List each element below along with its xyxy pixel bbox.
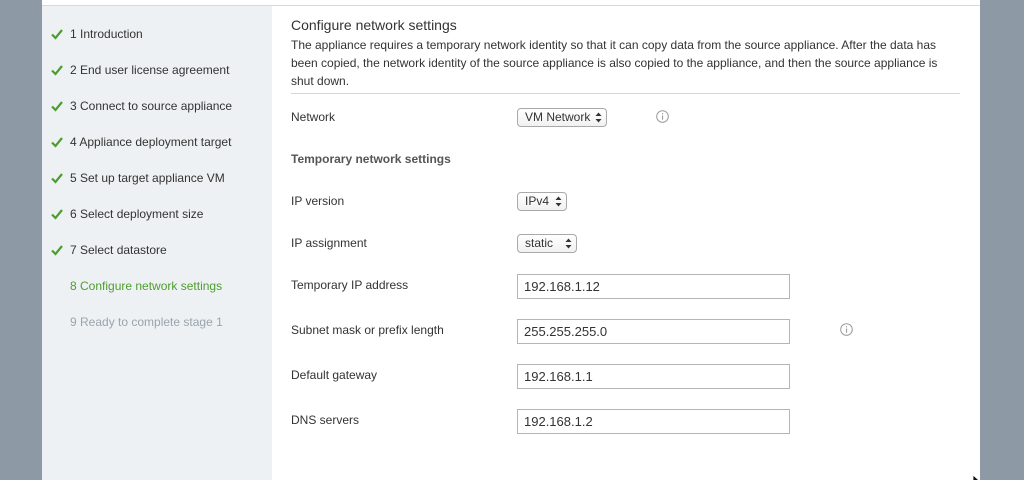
dns-label: DNS servers xyxy=(291,413,360,427)
step-label: 2 End user license agreement xyxy=(70,63,230,77)
step-label: 5 Set up target appliance VM xyxy=(70,171,225,185)
check-icon xyxy=(51,209,63,220)
wizard-dialog: 1 Introduction 2 End user license agreem… xyxy=(42,0,980,480)
ip-version-label: IP version xyxy=(291,194,345,208)
step-eula[interactable]: 2 End user license agreement xyxy=(42,60,272,80)
check-icon xyxy=(51,65,63,76)
wizard-steps-sidebar: 1 Introduction 2 End user license agreem… xyxy=(42,6,272,480)
step-label: 9 Ready to complete stage 1 xyxy=(70,315,223,329)
ip-assignment-select[interactable]: static xyxy=(517,234,577,253)
step-label: 7 Select datastore xyxy=(70,243,167,257)
step-content: Configure network settings The appliance… xyxy=(272,6,980,480)
network-select[interactable]: VM Network xyxy=(517,108,607,127)
temp-ip-label: Temporary IP address xyxy=(291,278,409,292)
check-icon xyxy=(51,173,63,184)
section-heading: Temporary network settings xyxy=(291,152,451,166)
check-icon xyxy=(51,101,63,112)
info-icon[interactable] xyxy=(656,110,669,123)
step-introduction[interactable]: 1 Introduction xyxy=(42,24,272,44)
step-label: 1 Introduction xyxy=(70,27,143,41)
page-description: The appliance requires a temporary netwo… xyxy=(291,38,938,88)
page-title: Configure network settings xyxy=(291,17,457,33)
subnet-input[interactable] xyxy=(517,319,790,344)
gateway-label: Default gateway xyxy=(291,368,378,382)
check-icon xyxy=(51,137,63,148)
ip-version-select[interactable]: IPv4 xyxy=(517,192,567,211)
subnet-label: Subnet mask or prefix length xyxy=(291,323,444,337)
network-select-value: VM Network xyxy=(525,110,591,124)
ip-assignment-value: static xyxy=(525,236,554,250)
check-icon xyxy=(51,29,63,40)
select-arrows-icon xyxy=(595,112,602,123)
info-icon[interactable] xyxy=(840,323,853,336)
step-label: 4 Appliance deployment target xyxy=(70,135,232,149)
select-arrows-icon xyxy=(565,238,572,249)
dns-input[interactable] xyxy=(517,409,790,434)
ip-version-value: IPv4 xyxy=(525,194,550,208)
step-label: 6 Select deployment size xyxy=(70,207,204,221)
divider xyxy=(291,93,960,94)
step-datastore[interactable]: 7 Select datastore xyxy=(42,240,272,260)
select-arrows-icon xyxy=(555,196,562,207)
mouse-pointer-icon xyxy=(972,474,980,480)
temp-ip-input[interactable] xyxy=(517,274,790,299)
step-label: 8 Configure network settings xyxy=(70,279,223,293)
check-icon xyxy=(51,245,63,256)
step-ready-to-complete: 9 Ready to complete stage 1 xyxy=(42,312,272,332)
gateway-input[interactable] xyxy=(517,364,790,389)
step-setup-vm[interactable]: 5 Set up target appliance VM xyxy=(42,168,272,188)
step-network-settings[interactable]: 8 Configure network settings xyxy=(42,276,272,296)
step-deployment-size[interactable]: 6 Select deployment size xyxy=(42,204,272,224)
step-label: 3 Connect to source appliance xyxy=(70,99,233,113)
network-label: Network xyxy=(291,110,336,124)
ip-assignment-label: IP assignment xyxy=(291,236,367,250)
step-deployment-target[interactable]: 4 Appliance deployment target xyxy=(42,132,272,152)
step-connect-source[interactable]: 3 Connect to source appliance xyxy=(42,96,272,116)
